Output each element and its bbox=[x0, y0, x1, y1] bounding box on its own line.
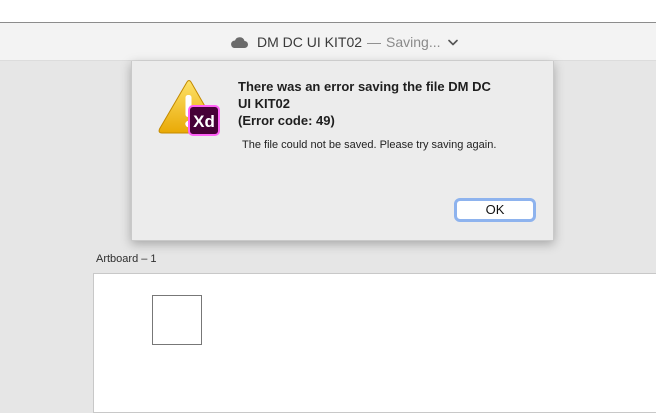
error-dialog: Xd There was an error saving the file DM… bbox=[131, 61, 554, 241]
document-title-group[interactable]: DM DC UI KIT02 — Saving... bbox=[229, 33, 458, 51]
cloud-icon bbox=[231, 37, 248, 48]
warning-xd-icon: Xd bbox=[158, 80, 220, 136]
rectangle-shape[interactable] bbox=[152, 295, 202, 345]
title-separator: — bbox=[367, 34, 382, 50]
top-strip bbox=[0, 0, 656, 23]
title-bar: DM DC UI KIT02 — Saving... bbox=[0, 23, 656, 61]
chevron-down-icon[interactable] bbox=[447, 39, 458, 46]
dialog-message: The file could not be saved. Please try … bbox=[242, 139, 497, 151]
dialog-title-line-1: There was an error saving the file DM DC bbox=[238, 79, 491, 94]
artboard[interactable] bbox=[93, 273, 656, 413]
save-status: Saving... bbox=[386, 34, 441, 50]
document-name: DM DC UI KIT02 bbox=[257, 34, 363, 50]
dialog-title: There was an error saving the file DM DC… bbox=[238, 78, 523, 129]
artboard-label[interactable]: Artboard – 1 bbox=[96, 253, 157, 265]
dialog-title-line-2: UI KIT02 bbox=[238, 96, 291, 111]
svg-text:Xd: Xd bbox=[193, 112, 215, 131]
ok-button[interactable]: OK bbox=[454, 198, 536, 222]
dialog-title-line-3: (Error code: 49) bbox=[238, 113, 335, 128]
